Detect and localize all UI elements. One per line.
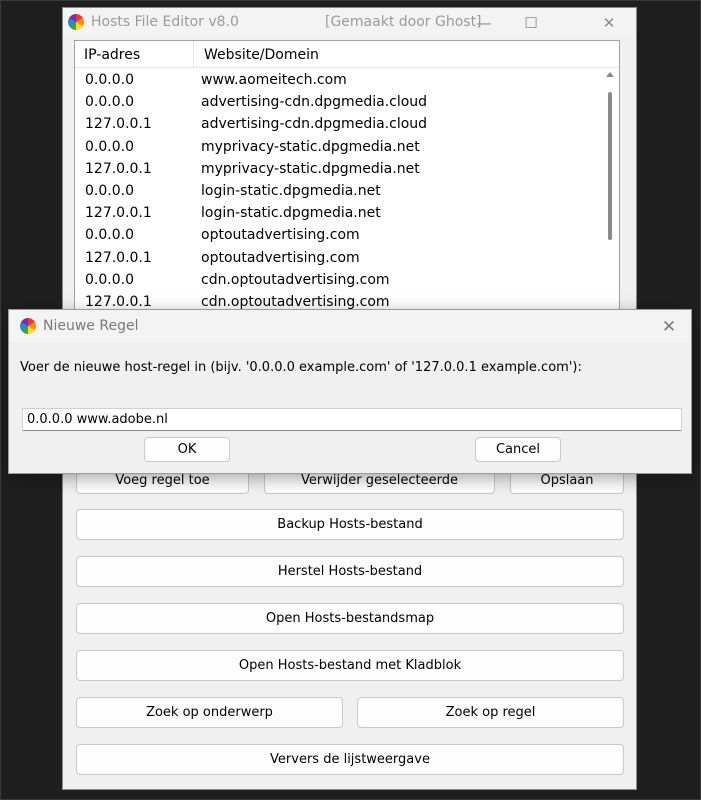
dialog-logo-icon [20, 318, 36, 334]
window-credit: [Gemaakt door Ghost] [325, 14, 482, 30]
domain-cell: login-static.dpgmedia.net [201, 183, 381, 199]
new-line-dialog: Nieuwe Regel ✕ Voer de nieuwe host-regel… [8, 309, 692, 474]
ip-cell: 0.0.0.0 [85, 138, 134, 155]
maximize-icon[interactable]: ☐ [508, 8, 554, 37]
domain-cell: optoutadvertising.com [201, 249, 360, 266]
column-header-ip[interactable]: IP-adres [84, 47, 140, 63]
ip-cell: 127.0.0.1 [85, 249, 152, 266]
search-line-button[interactable]: Zoek op regel [357, 697, 624, 728]
domain-cell: login-static.dpgmedia.net [201, 205, 381, 222]
ip-cell: 0.0.0.0 [85, 227, 134, 244]
dialog-title: Nieuwe Regel [43, 318, 139, 334]
scroll-thumb[interactable] [608, 92, 612, 240]
domain-cell: cdn.optoutadvertising.com [201, 294, 390, 310]
search-subject-button[interactable]: Zoek op onderwerp [76, 697, 343, 728]
vertical-scrollbar[interactable] [603, 68, 617, 328]
table-row[interactable]: 0.0.0.0 cdn.optoutadvertising.com [75, 269, 601, 291]
domain-cell: myprivacy-static.dpgmedia.net [201, 160, 420, 177]
main-titlebar[interactable]: Hosts File Editor v8.0 [Gemaakt door Gho… [63, 8, 636, 37]
scroll-up-icon[interactable] [606, 72, 614, 77]
restore-button[interactable]: Herstel Hosts-bestand [76, 556, 624, 587]
table-row[interactable]: 127.0.0.1 optoutadvertising.com [75, 247, 601, 269]
table-row[interactable]: 127.0.0.1 advertising-cdn.dpgmedia.cloud [75, 113, 601, 135]
close-icon[interactable]: ✕ [586, 8, 632, 37]
table-row[interactable]: 0.0.0.0 optoutadvertising.com [75, 224, 601, 246]
backup-button[interactable]: Backup Hosts-bestand [76, 509, 624, 540]
column-header-domain[interactable]: Website/Domein [204, 47, 319, 63]
domain-cell: cdn.optoutadvertising.com [201, 271, 390, 288]
domain-cell: optoutadvertising.com [201, 227, 360, 244]
dialog-prompt: Voer de nieuwe host-regel in (bijv. '0.0… [20, 360, 582, 375]
app-logo-icon [68, 14, 84, 30]
open-notepad-button[interactable]: Open Hosts-bestand met Kladblok [76, 650, 624, 681]
ip-cell: 0.0.0.0 [85, 94, 134, 111]
table-row[interactable]: 127.0.0.1 login-static.dpgmedia.net [75, 202, 601, 224]
domain-cell: myprivacy-static.dpgmedia.net [201, 138, 420, 155]
table-row[interactable]: 0.0.0.0 myprivacy-static.dpgmedia.net [75, 136, 601, 158]
ok-button[interactable]: OK [144, 437, 230, 462]
table-row[interactable]: 0.0.0.0 www.aomeitech.com [75, 69, 601, 91]
dialog-titlebar[interactable]: Nieuwe Regel ✕ [9, 310, 691, 343]
domain-cell: advertising-cdn.dpgmedia.cloud [201, 94, 428, 111]
host-line-input[interactable] [22, 408, 682, 431]
ip-cell: 127.0.0.1 [85, 116, 152, 133]
table-row[interactable]: 127.0.0.1 myprivacy-static.dpgmedia.net [75, 158, 601, 180]
column-divider[interactable] [193, 41, 194, 68]
ip-cell: 0.0.0.0 [85, 183, 134, 199]
list-header: IP-adres Website/Domein [75, 41, 619, 68]
minimize-icon[interactable]: — [461, 8, 507, 37]
ip-cell: 0.0.0.0 [85, 271, 134, 288]
table-row[interactable]: 0.0.0.0 login-static.dpgmedia.net [75, 180, 601, 202]
dialog-close-icon[interactable]: ✕ [649, 312, 689, 342]
cancel-button[interactable]: Cancel [475, 437, 561, 462]
ip-cell: 127.0.0.1 [85, 294, 152, 310]
refresh-list-button[interactable]: Ververs de lijstweergave [76, 744, 624, 775]
table-row[interactable]: 0.0.0.0 advertising-cdn.dpgmedia.cloud [75, 91, 601, 113]
domain-cell: www.aomeitech.com [201, 72, 347, 88]
window-title: Hosts File Editor v8.0 [91, 14, 239, 30]
ip-cell: 0.0.0.0 [85, 72, 134, 88]
ip-cell: 127.0.0.1 [85, 205, 152, 222]
domain-cell: advertising-cdn.dpgmedia.cloud [201, 116, 428, 133]
ip-cell: 127.0.0.1 [85, 160, 152, 177]
open-folder-button[interactable]: Open Hosts-bestandsmap [76, 603, 624, 634]
hosts-listview[interactable]: IP-adres Website/Domein 0.0.0.0 www.aomei… [74, 40, 620, 330]
